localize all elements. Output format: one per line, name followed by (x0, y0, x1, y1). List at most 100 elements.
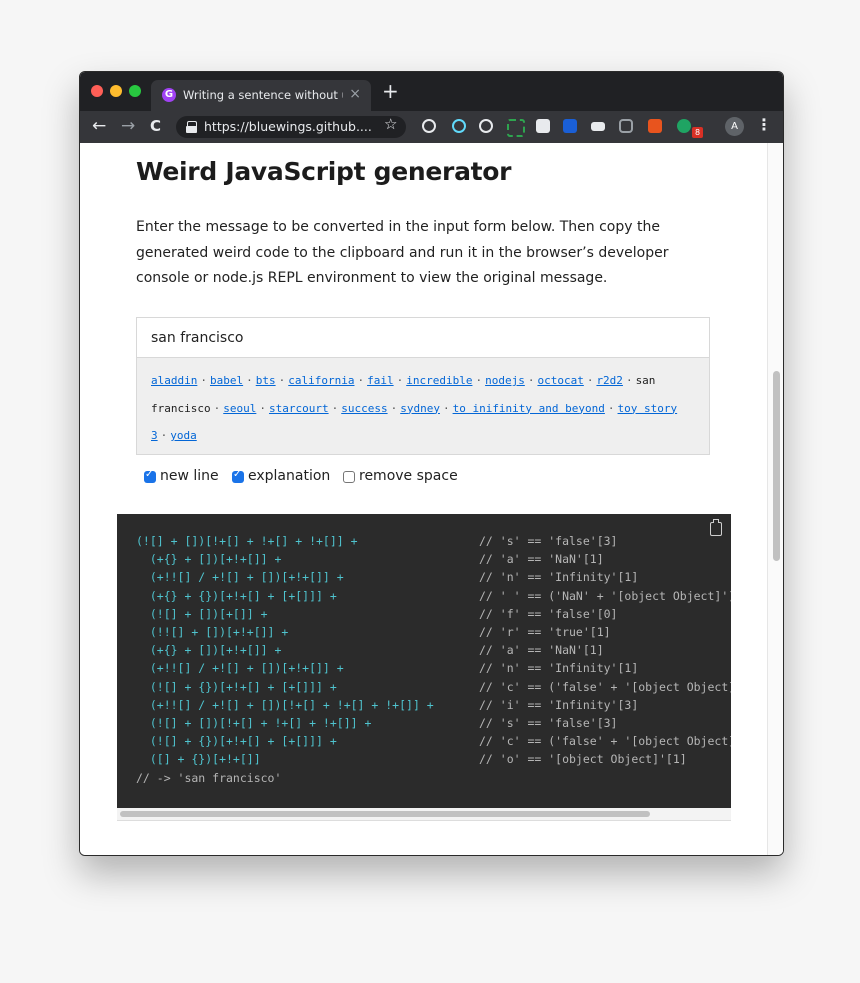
sample-separator: · (259, 401, 266, 415)
sample-fail[interactable]: fail (367, 374, 394, 387)
gatsby-favicon-icon: G (162, 88, 176, 102)
code-expression-column: (![] + [])[!+[] + !+[] + !+[]] + (+{} + … (136, 532, 434, 787)
sample-nodejs[interactable]: nodejs (485, 374, 525, 387)
extension-icon-7[interactable] (591, 122, 605, 131)
sample-bts[interactable]: bts (256, 374, 276, 387)
code-line: (![] + [])[+[]] + (136, 606, 268, 621)
code-line: (![] + [])[!+[] + !+[] + !+[]] + (136, 716, 372, 731)
extension-icon-1[interactable] (422, 119, 436, 133)
code-comment-column: // 's' == 'false'[3] // 'a' == 'NaN'[1] //… (479, 532, 731, 769)
code-line: (![] + [])[!+[] + !+[] + !+[]] + (136, 534, 358, 548)
explanation-checkbox[interactable] (232, 469, 244, 483)
sample-yoda[interactable]: yoda (170, 429, 197, 442)
lock-icon-body (186, 126, 197, 133)
back-button[interactable]: ← (92, 116, 106, 136)
page-viewport: Weird JavaScript generator Enter the mes… (80, 143, 783, 855)
remove-space-checkbox[interactable] (343, 471, 355, 483)
code-comment: // 's' == 'false'[3] (479, 534, 618, 548)
browser-window: G Writing a sentence without usin × + ← … (79, 71, 784, 856)
extension-icon-9[interactable] (648, 119, 662, 133)
sample-octocat[interactable]: octocat (537, 374, 583, 387)
sample-starcourt[interactable]: starcourt (269, 402, 329, 415)
sample-separator: · (160, 429, 168, 442)
code-result-line: // -> 'san francisco' (136, 770, 282, 785)
sample-sydney[interactable]: sydney (400, 402, 440, 415)
sample-separator: · (357, 374, 365, 387)
code-comment: // 'n' == 'Infinity'[1] (479, 570, 639, 585)
close-window-button[interactable] (91, 85, 103, 97)
code-comment: // 'f' == 'false'[0] (479, 606, 618, 621)
sample-separator: · (586, 374, 594, 387)
code-comment: // 's' == 'false'[3] (479, 716, 618, 731)
sample-success[interactable]: success (341, 402, 387, 415)
new-line-checkbox[interactable] (144, 469, 156, 483)
code-line: (+!![] / +![] + [])[+!+[]] + (136, 570, 344, 585)
forward-button[interactable]: → (121, 116, 135, 136)
pocket-icon[interactable] (619, 119, 633, 133)
sample-separator: · (475, 374, 483, 387)
sample-seoul[interactable]: seoul (223, 402, 256, 415)
page-scrollbar-thumb[interactable] (773, 371, 780, 561)
code-comment: // 'r' == 'true'[1] (479, 625, 611, 640)
page-vertical-scrollbar[interactable] (767, 143, 783, 855)
sample-separator: · (527, 374, 535, 387)
browser-toolbar: ← → C https://bluewings.github.... ☆ 8 A… (80, 111, 783, 143)
code-comment: // 'a' == 'NaN'[1] (479, 643, 604, 658)
bookmark-star-icon[interactable]: ☆ (384, 115, 397, 133)
code-line: (!![] + [])[+!+[]] + (136, 625, 289, 640)
code-comment: // ' ' == ('NaN' + '[object Object]')[3] (479, 588, 731, 603)
address-bar[interactable]: https://bluewings.github.... (176, 116, 406, 138)
extension-badge: 8 (692, 127, 703, 138)
code-line: (+{} + {})[+!+[] + [+[]]] + (136, 588, 337, 603)
sample-separator: · (390, 401, 398, 415)
remove-space-label: remove space (359, 468, 458, 484)
option-explanation[interactable]: explanation (232, 468, 330, 484)
sample-separator: · (200, 374, 207, 387)
sample-incredible[interactable]: incredible (406, 374, 472, 387)
code-comment: // 'n' == 'Infinity'[1] (479, 661, 639, 676)
intro-paragraph: Enter the message to be converted in the… (136, 219, 669, 286)
code-scrollbar-thumb[interactable] (120, 811, 650, 817)
new-tab-button[interactable]: + (382, 80, 399, 102)
sample-california[interactable]: california (288, 374, 354, 387)
option-new-line[interactable]: new line (144, 468, 219, 484)
code-comment: // 'a' == 'NaN'[1] (479, 552, 604, 567)
sample-separator: · (331, 401, 339, 415)
page-title: Weird JavaScript generator (136, 157, 512, 186)
sample-separator: · (278, 374, 286, 387)
maximize-window-button[interactable] (129, 85, 141, 97)
code-line: (+!![] / +![] + [])[!+[] + !+[] + !+[]] … (136, 697, 434, 712)
extension-icon-3[interactable] (479, 119, 493, 133)
reload-button[interactable]: C (150, 116, 161, 136)
code-line: (![] + {})[+!+[] + [+[]]] + (136, 734, 337, 749)
code-line: (+{} + [])[+!+[]] + (136, 643, 282, 658)
extension-icon-4[interactable] (507, 119, 525, 137)
tab-active[interactable]: G Writing a sentence without usin × (151, 80, 371, 111)
sample-r2d2[interactable]: r2d2 (596, 374, 623, 387)
sample-list: aladdin · babel · bts · california · fail · incred… (136, 357, 710, 455)
sample-aladdin[interactable]: aladdin (151, 374, 197, 387)
tab-close-icon[interactable]: × (349, 86, 361, 102)
extension-icon-5[interactable] (536, 119, 550, 133)
sample-separator: · (213, 401, 221, 415)
more-menu-icon[interactable]: ⋮ (756, 115, 772, 134)
code-horizontal-scrollbar[interactable] (117, 808, 731, 821)
new-line-label: new line (160, 468, 219, 484)
code-comment: // 'c' == ('false' + '[object Object]')[… (479, 734, 731, 749)
code-line: ([] + {})[+!+[]] (136, 752, 261, 767)
profile-avatar[interactable]: A (725, 117, 744, 136)
extension-icon-10[interactable] (677, 119, 691, 133)
tab-title: Writing a sentence without usin (183, 88, 343, 102)
url-text: https://bluewings.github.... (204, 119, 372, 134)
sample-separator: · (246, 374, 253, 387)
option-remove-space[interactable]: remove space (343, 468, 458, 484)
message-input[interactable] (136, 317, 710, 357)
minimize-window-button[interactable] (110, 85, 122, 97)
react-devtools-icon[interactable] (452, 119, 466, 133)
sample-separator: · (625, 374, 633, 387)
sample-babel[interactable]: babel (210, 374, 243, 387)
extension-icon-6[interactable] (563, 119, 577, 133)
sample-to-inifinity-and-beyond[interactable]: to inifinity and beyond (453, 402, 605, 415)
code-output[interactable]: (![] + [])[!+[] + !+[] + !+[]] + (+{} + … (117, 514, 731, 808)
code-line: (+{} + [])[+!+[]] + (136, 552, 282, 567)
